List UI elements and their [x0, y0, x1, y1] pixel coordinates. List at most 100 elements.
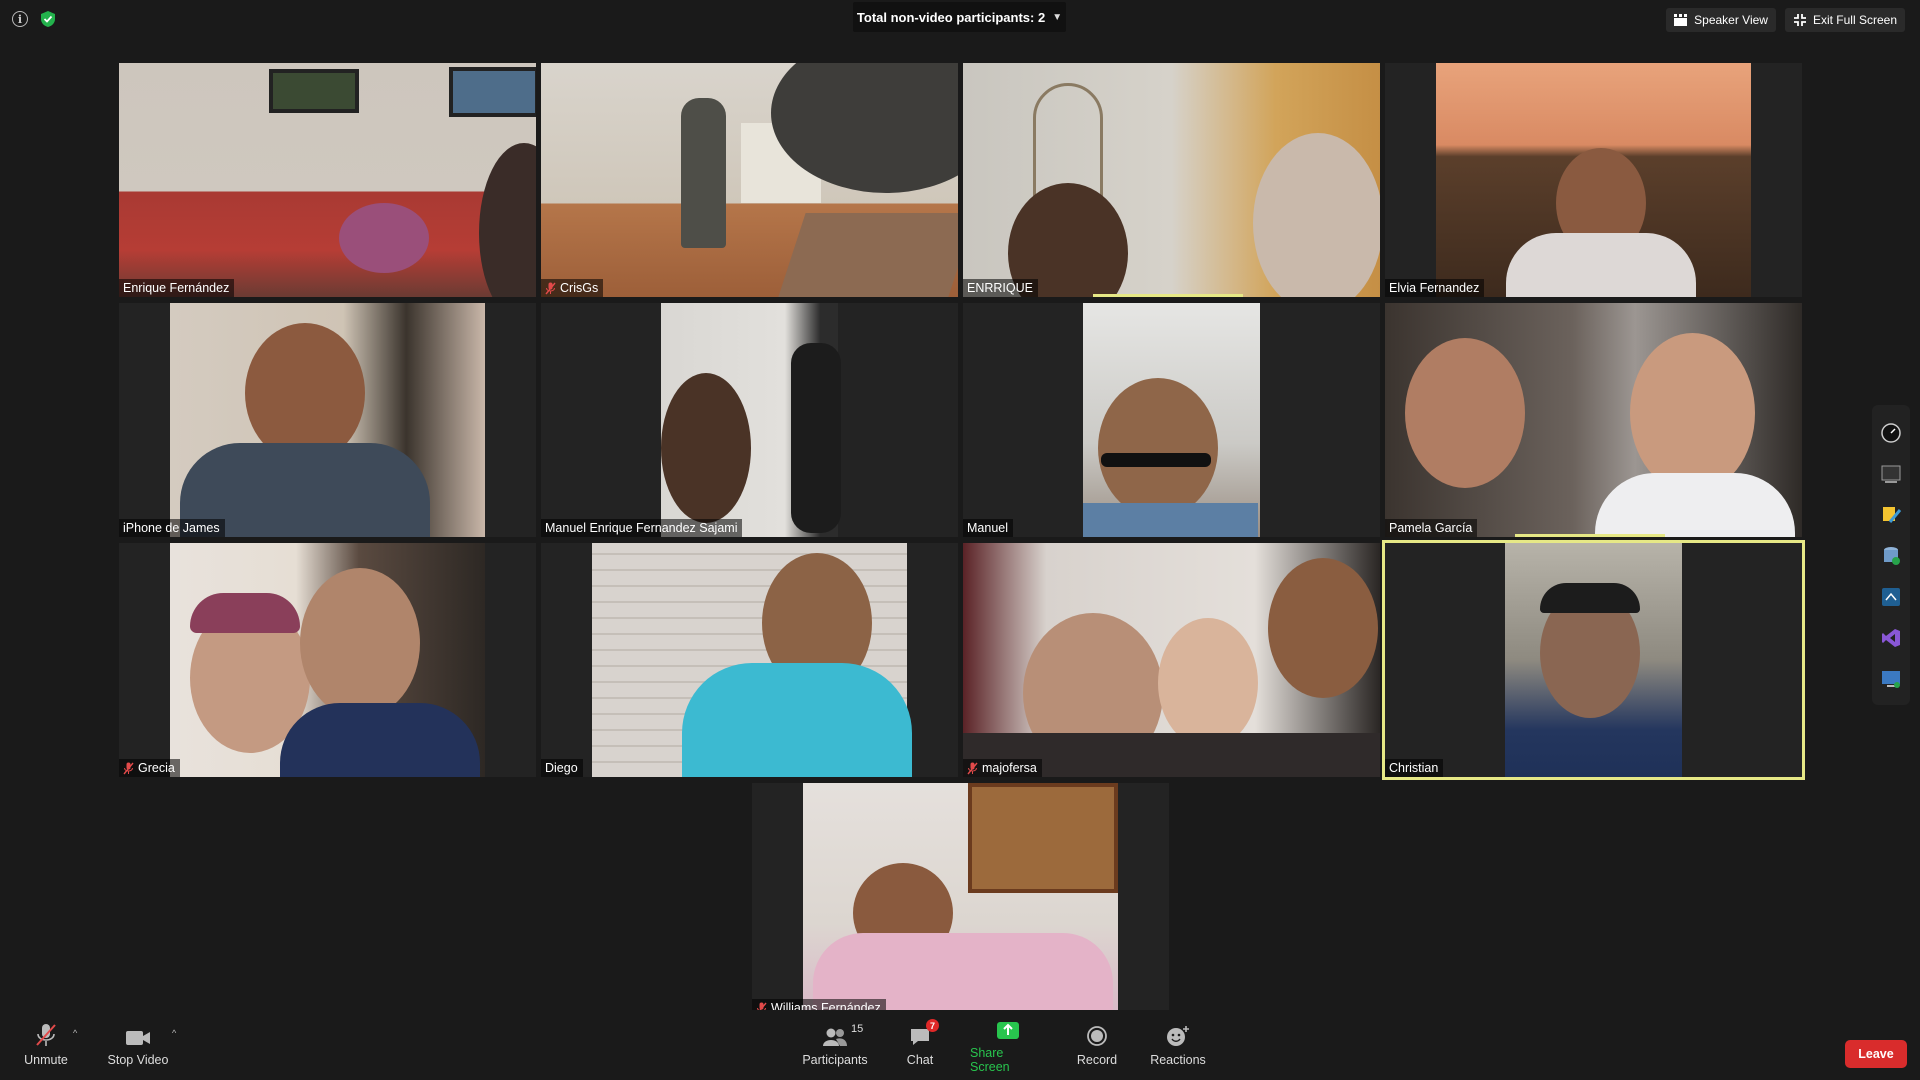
taskbar-dock [1872, 405, 1910, 705]
participant-name-label: Enrique Fernández [119, 279, 235, 297]
video-feed [803, 783, 1118, 1017]
participant-name-label: Manuel Enrique Fernandez Sajami [541, 519, 743, 537]
participant-name-label: CrisGs [541, 279, 604, 297]
non-video-participants-label: Total non-video participants: 2 [856, 9, 1046, 25]
participant-name: iPhone de James [123, 521, 220, 535]
video-tile[interactable]: CrisGs [541, 63, 958, 297]
video-tile[interactable]: iPhone de James [119, 303, 536, 537]
participant-name-label: Elvia Fernandez [1385, 279, 1485, 297]
speaking-indicator [1515, 534, 1665, 537]
unmute-label: Unmute [24, 1053, 68, 1067]
participant-name-label: Pamela García [1385, 519, 1478, 537]
leave-meeting-button[interactable]: Leave [1845, 1040, 1907, 1068]
participant-name-label: Christian [1385, 759, 1444, 777]
participant-name: ENRRIQUE [967, 281, 1033, 295]
video-tile[interactable]: Enrique Fernández [119, 63, 536, 297]
muted-mic-icon [123, 762, 134, 774]
share-screen-label: Share Screen [970, 1046, 1010, 1074]
participants-icon: 15 [822, 1023, 863, 1047]
share-screen-icon [996, 1016, 1020, 1040]
visual-studio-icon[interactable] [1879, 624, 1903, 652]
record-icon [1086, 1023, 1108, 1047]
chat-unread-badge: 7 [926, 1019, 939, 1032]
participant-name: Christian [1389, 761, 1439, 775]
exit-fullscreen-icon [1793, 14, 1806, 26]
participant-name: Diego [545, 761, 578, 775]
reactions-label: Reactions [1150, 1053, 1206, 1067]
video-feed [170, 543, 485, 777]
participant-name: Pamela García [1389, 521, 1473, 535]
video-tile-active-speaker[interactable]: Christian [1382, 540, 1805, 780]
leave-label: Leave [1858, 1047, 1894, 1061]
video-tile[interactable]: Williams Fernández [752, 783, 1169, 1017]
participant-name: Manuel [967, 521, 1008, 535]
participant-name-label: Grecia [119, 759, 180, 777]
video-tile[interactable]: Elvia Fernandez [1385, 63, 1802, 297]
zoom-meeting-window: i Total non-video participants: 2 ▼ Spea… [0, 0, 1920, 1080]
muted-mic-icon [967, 762, 978, 774]
stop-video-button[interactable]: Stop Video [106, 1010, 170, 1080]
chat-button[interactable]: 7 Chat [900, 1010, 940, 1080]
audio-options-caret[interactable]: ^ [73, 1028, 77, 1038]
speaker-view-button[interactable]: Speaker View [1666, 8, 1776, 32]
video-tile[interactable]: Grecia [119, 543, 536, 777]
reactions-button[interactable]: Reactions [1148, 1010, 1208, 1080]
participant-name-label: ENRRIQUE [963, 279, 1038, 297]
unmute-button[interactable]: Unmute [22, 1010, 70, 1080]
participant-name: Manuel Enrique Fernandez Sajami [545, 521, 738, 535]
chevron-down-icon: ▼ [1052, 11, 1063, 23]
participant-name-label: Diego [541, 759, 583, 777]
video-tile[interactable]: Manuel Enrique Fernandez Sajami [541, 303, 958, 537]
participant-name: CrisGs [560, 281, 599, 295]
video-tile[interactable]: ENRRIQUE [963, 63, 1380, 297]
participant-name: Enrique Fernández [123, 281, 230, 295]
meeting-toolbar: Unmute ^ Stop Video ^ 15 Participants 7 … [0, 1010, 1920, 1080]
video-feed [1436, 63, 1751, 297]
speaking-indicator [1093, 294, 1243, 297]
participant-name-label: Manuel [963, 519, 1013, 537]
participant-name: Grecia [138, 761, 175, 775]
participant-count: 15 [851, 1023, 864, 1035]
video-tile[interactable]: Pamela García [1385, 303, 1802, 537]
video-tile[interactable]: Diego [541, 543, 958, 777]
exit-full-screen-label: Exit Full Screen [1812, 13, 1897, 27]
shield-icon[interactable] [40, 10, 56, 28]
record-button[interactable]: Record [1076, 1010, 1118, 1080]
chat-bubble-icon: 7 [909, 1019, 939, 1047]
share-screen-button[interactable]: Share Screen [970, 1010, 1046, 1080]
top-left-controls: i [12, 10, 56, 28]
video-feed [963, 63, 1380, 297]
video-feed [1505, 543, 1682, 777]
participant-name-label: iPhone de James [119, 519, 225, 537]
monitor-app-icon[interactable] [1879, 460, 1903, 488]
video-feed [541, 63, 958, 297]
info-icon[interactable]: i [12, 11, 28, 27]
video-feed [661, 303, 841, 537]
video-tile[interactable]: majofersa [963, 543, 1380, 777]
video-feed [963, 543, 1380, 777]
non-video-participants-button[interactable]: Total non-video participants: 2 ▼ [853, 2, 1066, 32]
record-label: Record [1076, 1053, 1118, 1067]
speaker-view-icon [1674, 14, 1688, 26]
participant-name-label: majofersa [963, 759, 1042, 777]
participant-name: majofersa [982, 761, 1037, 775]
speaker-view-label: Speaker View [1694, 13, 1768, 27]
chat-label: Chat [906, 1053, 934, 1067]
exit-full-screen-button[interactable]: Exit Full Screen [1784, 8, 1905, 32]
view-controls: Speaker View Exit Full Screen [1666, 8, 1905, 32]
video-tile[interactable]: Manuel [963, 303, 1380, 537]
code-editor-app-icon[interactable] [1879, 583, 1903, 611]
video-options-caret[interactable]: ^ [172, 1028, 176, 1038]
reactions-smiley-icon [1166, 1023, 1190, 1047]
notes-app-icon[interactable] [1879, 501, 1903, 529]
muted-mic-icon [545, 282, 556, 294]
video-feed [119, 63, 536, 297]
stop-video-label: Stop Video [107, 1053, 169, 1067]
database-app-icon[interactable] [1879, 542, 1903, 570]
clock-app-icon[interactable] [1879, 419, 1903, 447]
video-feed [1083, 303, 1260, 537]
video-feed [170, 303, 485, 537]
remote-desktop-icon[interactable] [1879, 665, 1903, 693]
muted-microphone-icon [35, 1023, 57, 1047]
participants-button[interactable]: 15 Participants [800, 1010, 870, 1080]
